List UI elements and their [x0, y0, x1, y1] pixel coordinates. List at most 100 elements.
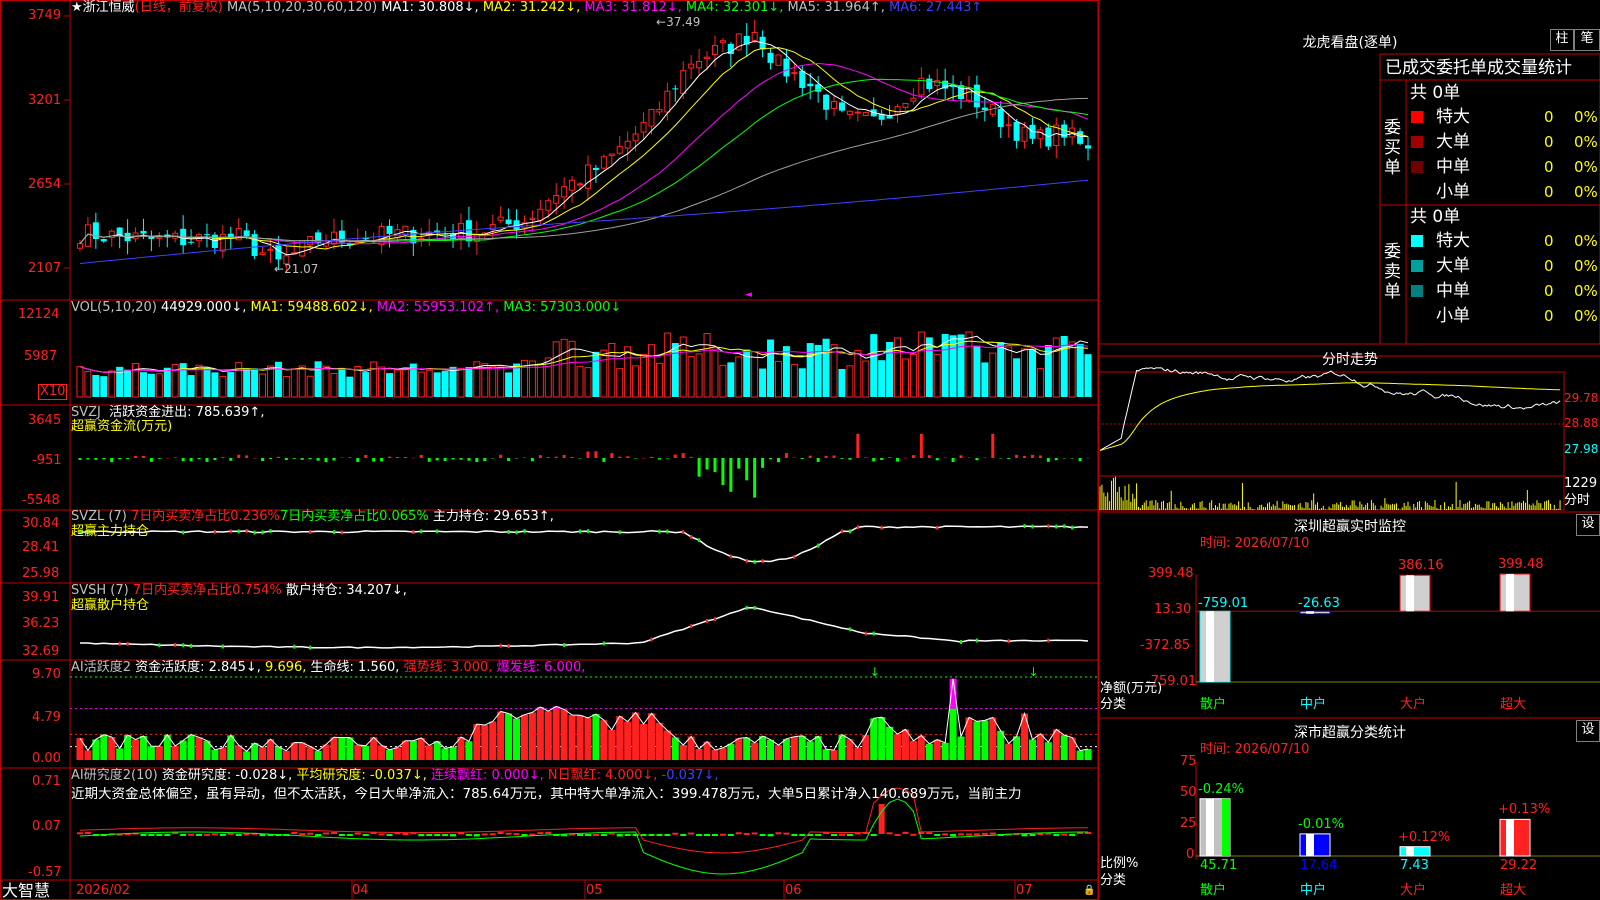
- buy-row-percent: 0%: [1574, 158, 1598, 176]
- volume-bar: [925, 337, 933, 397]
- svzj-bar: [507, 458, 511, 462]
- svzj-bar: [1070, 458, 1074, 459]
- activity-bar: [671, 737, 679, 760]
- sz-monitor-settings-button[interactable]: 设: [1576, 514, 1600, 536]
- sz-class-bar-shine: [1506, 819, 1514, 856]
- sell-row-count: 0: [1544, 232, 1554, 250]
- volume-bar: [505, 372, 513, 397]
- sz-monitor-axis: 13.30: [1154, 602, 1192, 617]
- research-bar: [219, 834, 226, 836]
- volume-bar: [909, 353, 917, 398]
- sz-monitor-bar-label: 399.48: [1498, 557, 1544, 572]
- candle-body: [997, 109, 1004, 127]
- candle-body: [696, 61, 703, 69]
- research-bar: [870, 834, 877, 836]
- activity-bar: [973, 721, 981, 760]
- svzj-bar: [673, 454, 677, 458]
- svzj-bar: [499, 454, 503, 458]
- sz-class-settings-button[interactable]: 设: [1576, 720, 1600, 742]
- svzl-tick: [618, 530, 621, 535]
- svzj-bar: [538, 455, 542, 458]
- research-bar: [886, 832, 893, 835]
- sz-monitor-ylabel: 净额(万元): [1100, 681, 1163, 696]
- svzj-bar: [261, 458, 265, 462]
- svzj-bar: [546, 457, 550, 458]
- svzl-tick: [666, 529, 669, 534]
- research-bar: [338, 834, 345, 836]
- activity-bar: [592, 714, 600, 760]
- buy-swatch-icon: [1411, 161, 1423, 173]
- volume-bar: [1036, 368, 1044, 398]
- activity-bar: [878, 717, 886, 760]
- candle-body: [505, 219, 512, 225]
- activity-bar: [552, 708, 560, 760]
- price-high-mark: ←37.49: [656, 15, 701, 29]
- svzj-bar: [570, 456, 574, 458]
- chart-canvas[interactable]: ◄ ↓ ↓: [0, 0, 1600, 900]
- activity-bar: [576, 715, 584, 760]
- volume-bar: [433, 372, 441, 397]
- ai2-axis-label: 0.71: [32, 774, 61, 789]
- research-bar: [831, 834, 838, 836]
- research-bar: [1069, 834, 1076, 836]
- research-bar: [759, 834, 766, 836]
- svzj-bar: [769, 458, 773, 460]
- research-bar: [418, 834, 425, 837]
- cursor-marker: ◄: [745, 290, 752, 300]
- sz-class-bar-shine: [1406, 846, 1414, 856]
- sz-monitor-axis: 399.48: [1148, 566, 1194, 581]
- sz-monitor-bar: [1399, 574, 1431, 612]
- svzj-bar: [1015, 454, 1019, 458]
- svsh-tick: [650, 637, 653, 642]
- svzl-tick: [340, 530, 343, 535]
- svzl-tick: [269, 529, 272, 534]
- research-bar: [767, 834, 774, 837]
- sell-row-name: 中单: [1436, 281, 1470, 301]
- research-bar: [656, 834, 663, 836]
- candle-body: [854, 111, 861, 114]
- svzl-legend: SVZL (7) 7日内买卖净占比0.236%7日内买卖净占比0.065% 主力…: [71, 509, 554, 524]
- svzj-bar: [1023, 455, 1027, 458]
- brand-logo[interactable]: 大智慧: [2, 882, 50, 900]
- sz-class-axis: 25: [1180, 816, 1197, 831]
- candle-body: [815, 84, 822, 92]
- bar-mode-button[interactable]: 柱: [1550, 29, 1574, 51]
- volume-bar: [973, 345, 981, 397]
- candle-body: [751, 31, 758, 41]
- chart-mode[interactable]: (日线，前复权): [135, 0, 223, 15]
- favorite-star-icon[interactable]: ★: [71, 0, 83, 15]
- candle-body: [902, 102, 909, 108]
- date-axis-label: 04: [352, 883, 369, 898]
- svzj-bar: [229, 458, 233, 461]
- volume-bar: [338, 367, 346, 397]
- activity-bar: [147, 746, 155, 760]
- svzl-tick: [253, 530, 256, 535]
- activity-bar: [1084, 749, 1092, 760]
- price-axis-label: 3749: [28, 8, 62, 23]
- activity-bar: [386, 749, 394, 760]
- research-bar: [148, 834, 155, 836]
- activity-bar: [616, 716, 624, 760]
- sz-class-category: 超大: [1500, 883, 1527, 898]
- burst-arrow-icon: ↓: [1028, 665, 1038, 679]
- tick-mode-button[interactable]: 笔: [1574, 29, 1600, 51]
- candle-body: [648, 108, 655, 127]
- volume-bar: [719, 364, 727, 398]
- volume-bar: [870, 334, 878, 397]
- activity-bar: [362, 745, 370, 760]
- activity-bar: [584, 717, 592, 760]
- svzl-tick: [182, 530, 185, 535]
- svsh-axis-label: 39.91: [22, 590, 60, 605]
- candle-body: [188, 241, 195, 243]
- buy-order-label: 委买单: [1384, 118, 1401, 178]
- svzj-bar: [292, 458, 296, 459]
- svzj-bar: [626, 456, 630, 458]
- research-bar: [592, 833, 599, 836]
- svzl-tick: [753, 559, 756, 564]
- research-bar: [942, 833, 949, 836]
- vol-unit-badge[interactable]: X10: [38, 384, 68, 400]
- svzl-tick: [1023, 524, 1026, 529]
- lock-icon[interactable]: 🔒: [1083, 884, 1095, 898]
- activity-bar: [338, 737, 346, 760]
- research-bar: [156, 834, 163, 836]
